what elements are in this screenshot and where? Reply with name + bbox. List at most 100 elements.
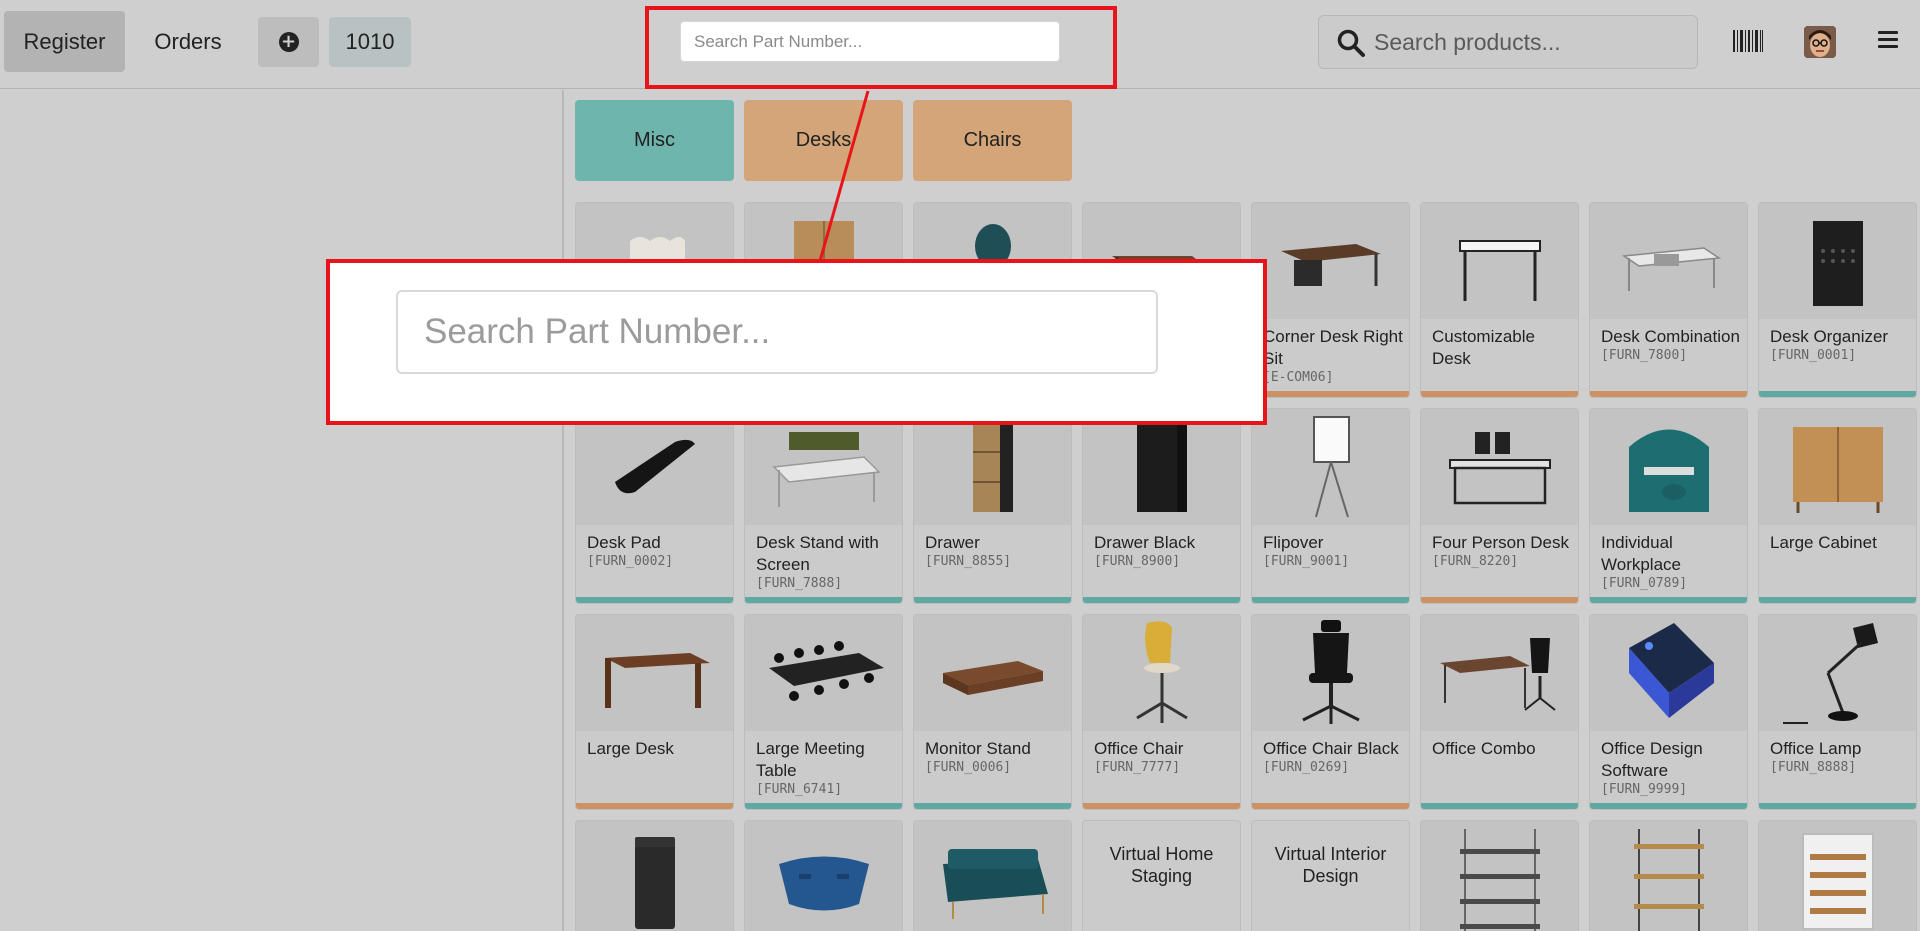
new-order-button[interactable]: + bbox=[258, 17, 319, 67]
product-search-input[interactable] bbox=[1374, 24, 1684, 60]
category-color-bar bbox=[1759, 597, 1916, 603]
product-name: Desk Organizer [FURN_0001] bbox=[1770, 327, 1889, 363]
product-image bbox=[1759, 821, 1916, 931]
product-name: Desk Combination [FURN_7800] bbox=[1601, 327, 1740, 363]
product-card[interactable]: Four Person Desk [FURN_8220] bbox=[1420, 408, 1579, 604]
product-name: Four Person Desk [FURN_8220] bbox=[1432, 533, 1569, 569]
category-color-bar bbox=[745, 803, 902, 809]
product-image bbox=[1252, 409, 1409, 525]
category-color-bar bbox=[1590, 391, 1747, 397]
product-name: Virtual Home Staging bbox=[1109, 844, 1214, 886]
product-card[interactable]: Desk Stand with Screen [FURN_7888] bbox=[744, 408, 903, 604]
product-card[interactable]: Desk Organizer [FURN_0001] bbox=[1758, 202, 1917, 398]
product-card[interactable]: Office Chair Black [FURN_0269] bbox=[1251, 614, 1410, 810]
product-card[interactable]: Office Lamp [FURN_8888] bbox=[1758, 614, 1917, 810]
product-card[interactable] bbox=[913, 820, 1072, 931]
category-desks-button[interactable]: Desks bbox=[744, 100, 903, 181]
product-name: Flipover [FURN_9001] bbox=[1263, 533, 1350, 569]
product-image bbox=[1590, 821, 1747, 931]
product-card[interactable]: Monitor Stand [FURN_0006] bbox=[913, 614, 1072, 810]
product-card[interactable] bbox=[744, 820, 903, 931]
product-name: Drawer Black [FURN_8900] bbox=[1094, 533, 1196, 569]
register-button[interactable]: Register bbox=[4, 11, 125, 72]
product-image bbox=[914, 615, 1071, 731]
product-card[interactable]: Corner Desk Right Sit [E-COM06] bbox=[1251, 202, 1410, 398]
avatar-icon bbox=[1804, 26, 1836, 58]
product-card[interactable]: Large Meeting Table [FURN_6741] bbox=[744, 614, 903, 810]
product-name: Large Meeting Table [FURN_6741] bbox=[756, 739, 865, 797]
category-color-bar bbox=[1759, 391, 1916, 397]
product-image bbox=[1421, 203, 1578, 319]
category-color-bar bbox=[1421, 597, 1578, 603]
product-image bbox=[1252, 615, 1409, 731]
product-card[interactable]: Virtual Interior Design bbox=[1251, 820, 1410, 931]
category-color-bar bbox=[1421, 803, 1578, 809]
user-avatar[interactable] bbox=[1804, 26, 1836, 58]
product-name: Office Combo bbox=[1432, 739, 1536, 758]
product-name: Desk Stand with Screen [FURN_7888] bbox=[756, 533, 879, 591]
product-card[interactable]: Desk Pad [FURN_0002] bbox=[575, 408, 734, 604]
product-image bbox=[1421, 409, 1578, 525]
product-card[interactable]: Customizable Desk bbox=[1420, 202, 1579, 398]
barcode-icon[interactable] bbox=[1733, 30, 1763, 52]
product-card[interactable]: Office Design Software [FURN_9999] bbox=[1589, 614, 1748, 810]
product-name: Corner Desk Right Sit [E-COM06] bbox=[1263, 327, 1403, 385]
product-card[interactable]: Flipover [FURN_9001] bbox=[1251, 408, 1410, 604]
product-card[interactable]: Desk Combination [FURN_7800] bbox=[1589, 202, 1748, 398]
product-image bbox=[1590, 615, 1747, 731]
category-color-bar bbox=[745, 597, 902, 603]
product-image bbox=[745, 615, 902, 731]
product-card[interactable] bbox=[1589, 820, 1748, 931]
product-card[interactable] bbox=[575, 820, 734, 931]
product-card[interactable] bbox=[1758, 820, 1917, 931]
product-image bbox=[745, 821, 902, 931]
product-image bbox=[576, 409, 733, 525]
product-name: Office Lamp [FURN_8888] bbox=[1770, 739, 1862, 775]
product-card[interactable]: Large Cabinet bbox=[1758, 408, 1917, 604]
category-misc-button[interactable]: Misc bbox=[575, 100, 734, 181]
product-card[interactable]: Office Chair [FURN_7777] bbox=[1082, 614, 1241, 810]
category-color-bar bbox=[1083, 597, 1240, 603]
product-card[interactable]: Virtual Home Staging bbox=[1082, 820, 1241, 931]
current-order-tab[interactable]: 1010 bbox=[329, 17, 411, 67]
product-image bbox=[1590, 409, 1747, 525]
product-name: Drawer [FURN_8855] bbox=[925, 533, 1012, 569]
product-image bbox=[1252, 203, 1409, 319]
category-color-bar bbox=[576, 597, 733, 603]
product-image bbox=[1759, 203, 1916, 319]
category-color-bar bbox=[1252, 391, 1409, 397]
product-card[interactable]: Office Combo bbox=[1420, 614, 1579, 810]
product-image bbox=[914, 821, 1071, 931]
product-name: Customizable Desk bbox=[1432, 327, 1535, 368]
product-image bbox=[576, 615, 733, 731]
product-image bbox=[1421, 821, 1578, 931]
product-name: Virtual Interior Design bbox=[1274, 844, 1387, 886]
product-image bbox=[1421, 615, 1578, 731]
plus-icon: + bbox=[278, 32, 299, 52]
product-card[interactable]: Drawer [FURN_8855] bbox=[913, 408, 1072, 604]
product-image bbox=[1083, 409, 1240, 525]
part-number-search-input-zoomed[interactable] bbox=[396, 290, 1158, 374]
category-color-bar bbox=[1759, 803, 1916, 809]
category-color-bar bbox=[1590, 597, 1747, 603]
product-name: Desk Pad [FURN_0002] bbox=[587, 533, 674, 569]
category-chairs-button[interactable]: Chairs bbox=[913, 100, 1072, 181]
product-name: Office Chair [FURN_7777] bbox=[1094, 739, 1184, 775]
order-pane bbox=[0, 90, 564, 931]
product-card[interactable]: Individual Workplace [FURN_0789] bbox=[1589, 408, 1748, 604]
category-color-bar bbox=[1083, 803, 1240, 809]
product-image bbox=[745, 409, 902, 525]
product-image bbox=[1590, 203, 1747, 319]
orders-button[interactable]: Orders bbox=[138, 11, 238, 72]
hamburger-menu-icon[interactable] bbox=[1878, 31, 1898, 49]
product-card[interactable]: Drawer Black [FURN_8900] bbox=[1082, 408, 1241, 604]
product-card[interactable] bbox=[1420, 820, 1579, 931]
product-image bbox=[1759, 409, 1916, 525]
product-name: Monitor Stand [FURN_0006] bbox=[925, 739, 1031, 775]
product-name: Office Chair Black [FURN_0269] bbox=[1263, 739, 1399, 775]
product-search-box[interactable] bbox=[1318, 15, 1698, 69]
category-color-bar bbox=[576, 803, 733, 809]
product-name: Large Cabinet bbox=[1770, 533, 1877, 552]
category-color-bar bbox=[1590, 803, 1747, 809]
product-card[interactable]: Large Desk bbox=[575, 614, 734, 810]
